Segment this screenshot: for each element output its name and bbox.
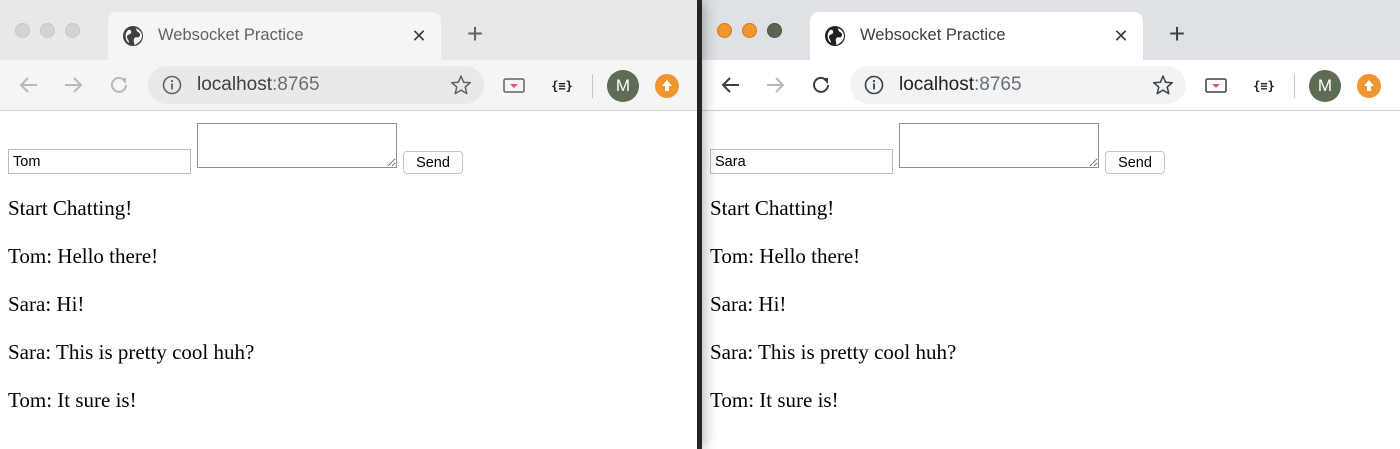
send-button[interactable]: Send: [403, 151, 463, 174]
minimize-window-button[interactable]: [742, 23, 757, 38]
update-arrow-icon: [1364, 80, 1374, 91]
globe-icon: [123, 26, 143, 46]
update-arrow-icon: [662, 80, 672, 91]
address-bar[interactable]: localhost:8765: [148, 66, 484, 104]
name-input[interactable]: [8, 149, 191, 174]
arrow-left-icon: [19, 77, 37, 93]
tab-strip: Websocket Practice ✕ +: [702, 0, 1400, 60]
avatar[interactable]: M: [607, 70, 639, 102]
url-host: localhost: [197, 74, 272, 95]
chat-message: Tom: Hello there!: [8, 244, 159, 268]
close-window-button[interactable]: [15, 23, 30, 38]
reload-button[interactable]: [808, 72, 834, 98]
chat-message: Tom: Hello there!: [710, 244, 861, 268]
page-content: Send Start Chatting! Tom: Hello there! S…: [702, 112, 1400, 449]
browser-toolbar: localhost:8765 {≡} M: [702, 60, 1400, 111]
update-button[interactable]: [655, 74, 679, 98]
chat-message: Sara: Hi!: [710, 292, 787, 316]
arrow-right-icon: [767, 77, 785, 93]
reload-icon: [813, 76, 829, 93]
star-icon[interactable]: [450, 74, 472, 96]
arrow-right-icon: [65, 77, 83, 93]
forward-button[interactable]: [762, 72, 788, 98]
browser-window-sara: Websocket Practice ✕ + localhost:8765 {≡…: [702, 0, 1400, 449]
avatar[interactable]: M: [1309, 70, 1341, 102]
send-button[interactable]: Send: [1105, 151, 1165, 174]
chat-log: Start Chatting! Tom: Hello there! Sara: …: [8, 196, 668, 436]
url-port: :8765: [974, 74, 1022, 95]
chat-message: Tom: It sure is!: [8, 388, 137, 412]
chat-message: Start Chatting!: [710, 196, 835, 220]
reload-icon: [111, 76, 127, 93]
url-port: :8765: [272, 74, 320, 95]
chat-message: Sara: This is pretty cool huh?: [710, 340, 957, 364]
globe-icon: [825, 26, 845, 46]
tab-websocket-practice[interactable]: Websocket Practice ✕: [108, 12, 441, 60]
cast-extension-icon[interactable]: [502, 76, 526, 96]
forward-button[interactable]: [60, 72, 86, 98]
browser-window-tom: Websocket Practice ✕ + localhost:8765 {≡…: [0, 0, 697, 449]
chat-log: Start Chatting! Tom: Hello there! Sara: …: [710, 196, 1370, 436]
message-textarea[interactable]: [197, 123, 397, 168]
back-button[interactable]: [718, 72, 744, 98]
url-text: localhost:8765: [197, 74, 320, 96]
back-button[interactable]: [16, 72, 42, 98]
name-input[interactable]: [710, 149, 893, 174]
new-tab-button[interactable]: +: [1164, 20, 1190, 48]
message-textarea[interactable]: [899, 123, 1099, 168]
new-tab-button[interactable]: +: [462, 20, 488, 48]
zoom-window-button[interactable]: [767, 23, 782, 38]
address-bar[interactable]: localhost:8765: [850, 66, 1186, 104]
json-formatter-icon[interactable]: {≡}: [547, 76, 577, 96]
reload-button[interactable]: [106, 72, 132, 98]
browser-toolbar: localhost:8765 {≡} M: [0, 60, 697, 111]
close-icon[interactable]: ✕: [1111, 26, 1131, 46]
toolbar-divider: [1294, 74, 1295, 98]
window-controls: [15, 23, 80, 38]
chat-message: Sara: Hi!: [8, 292, 85, 316]
update-button[interactable]: [1357, 74, 1381, 98]
close-icon[interactable]: ✕: [409, 26, 429, 46]
window-controls: [717, 23, 782, 38]
page-content: Send Start Chatting! Tom: Hello there! S…: [0, 112, 697, 449]
chat-message: Start Chatting!: [8, 196, 133, 220]
tab-title: Websocket Practice: [158, 26, 304, 44]
info-circle-icon[interactable]: [162, 75, 182, 95]
arrow-left-icon: [721, 77, 739, 93]
url-text: localhost:8765: [899, 74, 1022, 96]
close-window-button[interactable]: [717, 23, 732, 38]
tab-strip: Websocket Practice ✕ +: [0, 0, 697, 60]
chat-message: Tom: It sure is!: [710, 388, 839, 412]
url-host: localhost: [899, 74, 974, 95]
minimize-window-button[interactable]: [40, 23, 55, 38]
zoom-window-button[interactable]: [65, 23, 80, 38]
tab-websocket-practice[interactable]: Websocket Practice ✕: [810, 12, 1143, 60]
chat-message: Sara: This is pretty cool huh?: [8, 340, 255, 364]
info-circle-icon[interactable]: [864, 75, 884, 95]
star-icon[interactable]: [1152, 74, 1174, 96]
json-formatter-icon[interactable]: {≡}: [1249, 76, 1279, 96]
tab-title: Websocket Practice: [860, 26, 1006, 44]
toolbar-divider: [592, 74, 593, 98]
cast-extension-icon[interactable]: [1204, 76, 1228, 96]
